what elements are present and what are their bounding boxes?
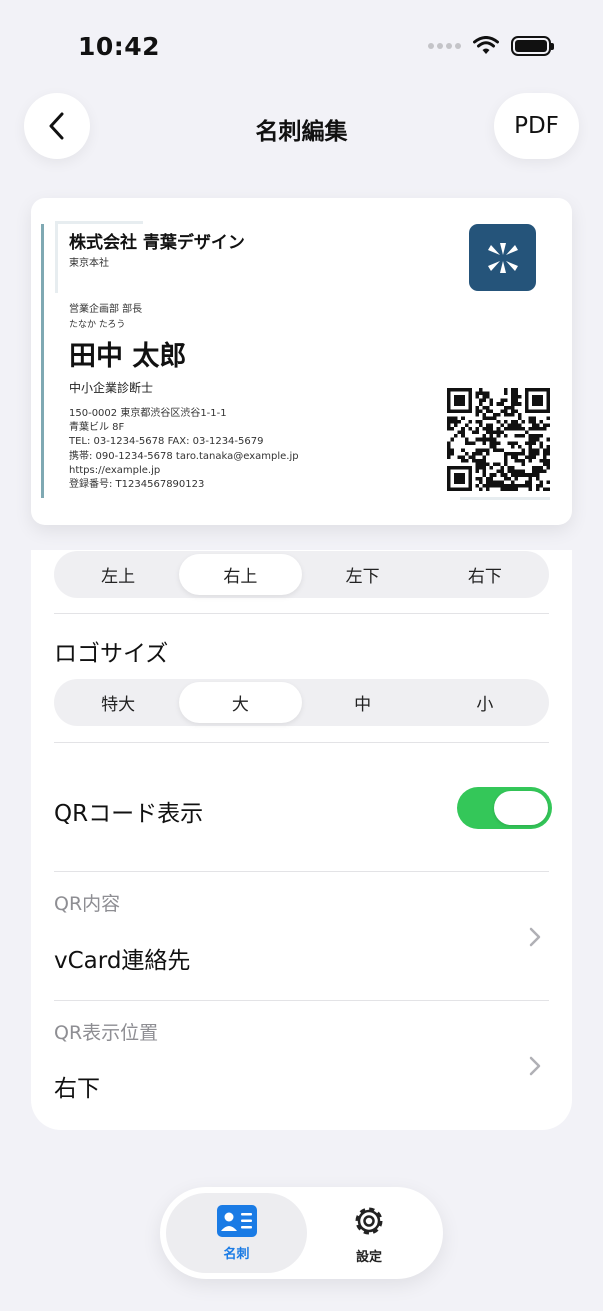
tab-bar: 名刺 設定 [160, 1187, 443, 1279]
tab-business-card[interactable]: 名刺 [166, 1193, 307, 1273]
card-company: 株式会社 青葉デザイン [69, 233, 245, 253]
card-branch: 東京本社 [69, 258, 109, 269]
divider [54, 742, 549, 743]
tab-label: 設定 [355, 1249, 382, 1265]
card-contact-info: 150-0002 東京都渋谷区渋谷1-1-1 青葉ビル 8F TEL: 03-1… [69, 407, 299, 492]
card-building: 青葉ビル 8F [69, 422, 125, 434]
snowflake-logo-icon [487, 242, 518, 273]
company-logo [469, 224, 536, 291]
card-accent-frame-top [55, 221, 143, 224]
status-time: 10:42 [78, 32, 161, 61]
logo-size-small[interactable]: 小 [424, 682, 546, 723]
gear-icon [355, 1207, 383, 1234]
card-accent-frame-bottom [460, 497, 550, 500]
chevron-right-icon [529, 927, 541, 947]
card-mobile-email: 携帯: 090-1234-5678 taro.tanaka@example.jp [69, 450, 299, 462]
qr-position-value: 右下 [54, 1076, 100, 1102]
qr-position-label: QR表示位置 [54, 1022, 159, 1044]
chevron-right-icon [529, 1056, 541, 1076]
card-department: 営業企画部 部長 [69, 304, 143, 315]
logo-position-top-left[interactable]: 左上 [57, 554, 179, 595]
pdf-button[interactable]: PDF [494, 93, 579, 159]
card-qualification: 中小企業診断士 [69, 381, 154, 395]
logo-position-selector: 左上 右上 左下 右下 [54, 551, 549, 598]
business-card-preview: 株式会社 青葉デザイン 東京本社 営業企画部 部長 たなか たろう 田中 太郎 … [31, 198, 572, 525]
card-accent-line [41, 224, 44, 498]
qr-content-value: vCard連絡先 [54, 948, 191, 974]
status-indicators [428, 36, 554, 56]
qr-code [447, 388, 550, 491]
logo-size-extra-large[interactable]: 特大 [57, 682, 179, 723]
logo-position-bottom-left[interactable]: 左下 [302, 554, 424, 595]
card-phone-fax: TEL: 03-1234-5678 FAX: 03-1234-5679 [69, 436, 264, 448]
divider [54, 871, 549, 872]
tab-label: 名刺 [223, 1246, 250, 1262]
logo-position-bottom-right[interactable]: 右下 [424, 554, 546, 595]
card-registration-number: 登録番号: T1234567890123 [69, 479, 205, 491]
logo-size-large[interactable]: 大 [179, 682, 302, 723]
wifi-icon [473, 36, 499, 54]
card-website: https://example.jp [69, 464, 161, 476]
qr-toggle-label: QRコード表示 [54, 801, 204, 827]
card-name-kana: たなか たろう [69, 320, 126, 330]
id-card-icon [216, 1204, 257, 1237]
logo-size-label: ロゴサイズ [54, 641, 169, 667]
logo-size-selector: 特大 大 中 小 [54, 679, 549, 726]
settings-panel: 左上 右上 左下 右下 ロゴサイズ 特大 大 中 小 QRコード表示 QR内容 … [31, 550, 572, 1130]
toggle-knob [494, 791, 548, 825]
card-address: 150-0002 東京都渋谷区渋谷1-1-1 [69, 408, 227, 419]
logo-size-medium[interactable]: 中 [302, 682, 424, 723]
card-name: 田中 太郎 [69, 341, 187, 372]
card-accent-frame-side [55, 221, 58, 293]
logo-position-top-right[interactable]: 右上 [179, 554, 302, 595]
screen: 10:42 名刺編集 PDF 株式会社 青葉デザイン 東京本社 営業企画部 部長… [0, 0, 603, 1311]
qr-toggle-switch[interactable] [457, 787, 552, 829]
divider [54, 613, 549, 614]
qr-content-label: QR内容 [54, 893, 121, 915]
cellular-signal-icon [428, 43, 461, 49]
battery-icon [511, 36, 554, 56]
tab-settings[interactable]: 設定 [301, 1193, 437, 1273]
divider [54, 1000, 549, 1001]
